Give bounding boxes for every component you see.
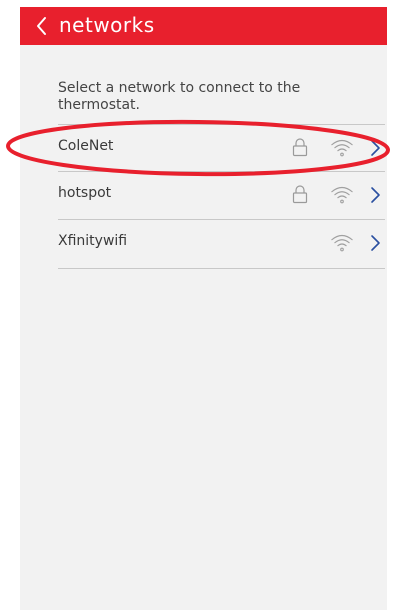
app-screen: networks Select a network to connect to … [20,7,387,610]
network-row-xfinitywifi[interactable]: Xfinitywifi [58,220,385,267]
network-name: hotspot [58,185,112,201]
instruction-text: Select a network to connect to the therm… [58,80,301,113]
back-button[interactable] [34,14,50,38]
page-title: networks [59,13,155,37]
chevron-right-icon[interactable] [369,186,381,204]
row-divider [58,268,385,269]
wifi-icon [331,139,353,157]
chevron-right-icon[interactable] [369,234,381,252]
network-name: Xfinitywifi [58,233,128,249]
network-row-colenet[interactable]: ColeNet [58,125,385,172]
network-row-hotspot[interactable]: hotspot [58,172,385,219]
wifi-icon [331,186,353,204]
network-name: ColeNet [58,138,114,154]
chevron-right-icon[interactable] [369,139,381,157]
lock-icon [292,138,308,157]
wifi-icon [331,234,353,252]
chevron-left-icon [37,17,46,35]
header-bar: networks [20,7,387,45]
lock-icon [292,185,308,204]
